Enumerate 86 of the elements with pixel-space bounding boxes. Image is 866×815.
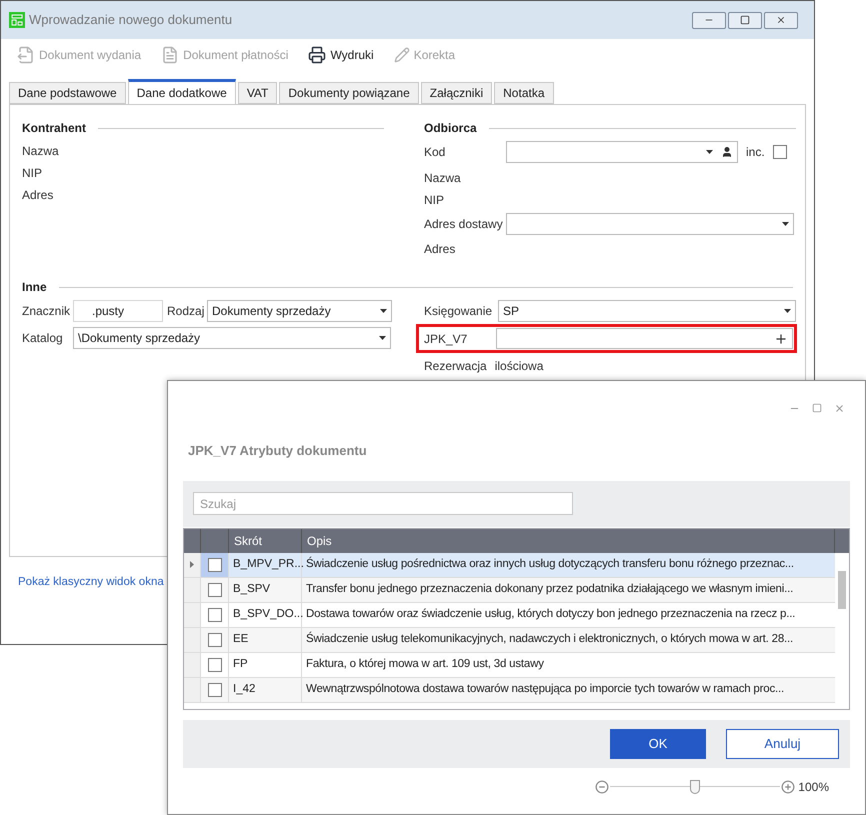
field-label: Rezerwacja bbox=[424, 358, 487, 375]
printer-icon bbox=[308, 46, 326, 64]
table-cell: EE bbox=[229, 628, 302, 652]
table-cell: I_42 bbox=[229, 678, 302, 702]
row-checkbox[interactable] bbox=[208, 558, 222, 572]
table-cell-text: Wewnątrzwspólnotowa dostawa towarów następująca po imporcie tych towarów w ramach proc... bbox=[305, 682, 785, 697]
section-heading: Odbiorca bbox=[424, 120, 477, 137]
zoom-out-icon[interactable] bbox=[595, 780, 610, 794]
table-row[interactable]: I_42 Wewnątrzwspólnotowa dostawa towarów następująca po imporcie tych towarów w ramach proc... bbox=[184, 678, 835, 702]
tab[interactable]: Dokumenty powiązane bbox=[279, 82, 419, 104]
table-cell: B_SPV_DO... bbox=[229, 602, 302, 626]
ok-button[interactable]: OK bbox=[610, 728, 706, 758]
tab[interactable]: Dane podstawowe bbox=[9, 82, 126, 104]
tab[interactable]: Dane dodatkowe bbox=[128, 79, 236, 105]
table-row[interactable]: EE Świadczenie usług telekomunikacyjnych, nadawczych i elektronicznych, o których mowa w art. 28... bbox=[184, 628, 835, 652]
section-heading: Kontrahent bbox=[22, 120, 86, 137]
table-cell-text: Faktura, o której mowa w art. 109 ust, 3d ustawy bbox=[305, 656, 545, 672]
zoom-thumb[interactable] bbox=[690, 780, 700, 794]
maximize-button[interactable] bbox=[728, 12, 762, 28]
zoom-in-icon[interactable] bbox=[781, 780, 796, 794]
table-row[interactable]: FP Faktura, o której mowa w art. 109 ust, 3d ustawy bbox=[184, 652, 835, 678]
tab[interactable]: VAT bbox=[238, 82, 278, 104]
dropdown-field[interactable]: \Dokumenty sprzedaży bbox=[73, 327, 391, 349]
dropdown-field[interactable] bbox=[506, 141, 738, 163]
field-label: NIP bbox=[22, 165, 44, 181]
dropdown-field[interactable]: SP bbox=[498, 300, 796, 322]
dialog-heading: JPK_V7 Atrybuty dokumentu bbox=[188, 442, 368, 460]
dropdown-caret-icon bbox=[380, 309, 387, 313]
tab[interactable]: Notatka bbox=[494, 82, 554, 104]
field-label: Nazwa bbox=[22, 143, 60, 159]
field-label: Rodzaj bbox=[167, 303, 206, 320]
field-label: Nazwa bbox=[424, 170, 462, 187]
toolbar-button[interactable]: Wydruki bbox=[308, 46, 374, 64]
table-cell: B_SPV bbox=[229, 578, 302, 602]
field-label: Kod bbox=[424, 144, 446, 161]
table-cell-text: Transfer bonu jednego przeznaczenia dokonany przez podatnika działającego we własnym imieni... bbox=[305, 582, 794, 597]
row-checkbox[interactable] bbox=[208, 658, 222, 672]
pencil-icon bbox=[394, 47, 410, 63]
close-icon bbox=[776, 15, 786, 25]
maximize-icon bbox=[740, 15, 750, 25]
zoom-reading: 100% bbox=[798, 778, 829, 796]
field-label: Adres bbox=[22, 187, 54, 203]
tab[interactable]: Załączniki bbox=[420, 82, 492, 104]
app-logo-icon bbox=[9, 12, 25, 28]
table-cell: FP bbox=[229, 652, 302, 676]
field-label: Adres dostawy bbox=[424, 216, 504, 233]
table-row[interactable]: B_MPV_PR... Świadczenie usług pośrednictwa oraz innych usług dotyczących transferu bonu różnego przeznac... bbox=[184, 552, 835, 578]
field-label: JPK_V7 bbox=[424, 330, 468, 348]
dropdown-caret-icon bbox=[784, 309, 791, 313]
cancel-button[interactable]: Anuluj bbox=[726, 728, 839, 758]
dropdown-caret-icon bbox=[379, 336, 386, 340]
row-checkbox[interactable] bbox=[208, 608, 222, 622]
table-cell-text: Świadczenie usług pośrednictwa oraz innych usług dotyczących transferu bonu różnego przeznac... bbox=[305, 556, 795, 572]
dropdown-caret-icon bbox=[782, 222, 789, 226]
row-checkbox[interactable] bbox=[208, 582, 222, 596]
field-label: NIP bbox=[424, 192, 446, 209]
table-row[interactable]: B_SPV Transfer bonu jednego przeznaczenia dokonany przez podatnika działającego we własnym imieni... bbox=[184, 578, 835, 602]
document-icon bbox=[161, 46, 180, 64]
table-cell-text: Świadczenie usług telekomunikacyjnych, nadawczych i elektronicznych, o których mowa w art. 28... bbox=[305, 630, 794, 647]
table-row[interactable]: B_SPV_DO... Dostawa towarów oraz świadczenie usług, których dotyczy bon jednego przeznaczenia na rzecz p... bbox=[184, 602, 835, 628]
jpk-field[interactable] bbox=[496, 328, 793, 349]
add-icon bbox=[774, 332, 788, 346]
close-icon[interactable] bbox=[834, 403, 845, 414]
document-arrow-icon bbox=[17, 46, 35, 64]
field-label: Księgowanie bbox=[424, 303, 494, 320]
tag-field[interactable]: .pusty bbox=[73, 300, 163, 322]
table-cell-text: Dostawa towarów oraz świadczenie usług, których dotyczy bon jednego przeznaczenia na rzecz p... bbox=[305, 606, 796, 622]
search-field[interactable]: Szukaj bbox=[193, 492, 573, 515]
table-cell: B_MPV_PR... bbox=[229, 552, 302, 576]
person-icon bbox=[721, 146, 733, 158]
row-checkbox[interactable] bbox=[208, 632, 222, 646]
inc-checkbox[interactable] bbox=[772, 145, 787, 159]
row-pointer-icon bbox=[190, 561, 194, 568]
reservation-value: ilościowa bbox=[494, 358, 544, 375]
field-label: Katalog bbox=[22, 330, 64, 347]
field-label: Adres bbox=[424, 241, 456, 258]
field-label: inc. bbox=[746, 144, 765, 161]
dropdown-field[interactable]: Dokumenty sprzedaży bbox=[207, 300, 392, 322]
window-title: Wprowadzanie nowego dokumentu bbox=[29, 11, 234, 30]
dropdown-caret-icon bbox=[706, 150, 713, 154]
maximize-icon[interactable] bbox=[812, 403, 822, 413]
zoom-slider[interactable] bbox=[610, 780, 780, 794]
dropdown-field[interactable] bbox=[506, 213, 794, 235]
section-heading: Inne bbox=[22, 279, 47, 296]
row-checkbox[interactable] bbox=[208, 682, 222, 696]
field-label: Znacznik bbox=[22, 303, 72, 320]
